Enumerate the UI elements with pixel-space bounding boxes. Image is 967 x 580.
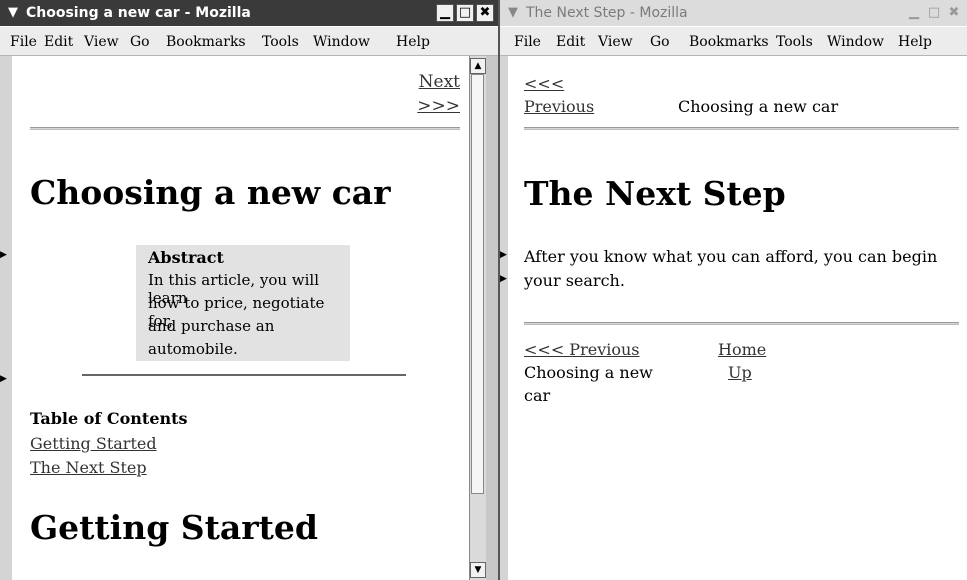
window-edge: [486, 56, 498, 580]
minimize-icon[interactable]: ▁: [905, 4, 923, 22]
menu-window[interactable]: Window: [313, 34, 370, 50]
menu-help[interactable]: Help: [396, 34, 430, 50]
abstract-box: Abstract In this article, you will learn…: [136, 245, 350, 361]
window-choosing-a-new-car: ▼ Choosing a new car - Mozilla ▁ □ ✖ Fil…: [0, 0, 498, 580]
footer-prev-title: car: [524, 386, 551, 405]
scroll-thumb[interactable]: [471, 74, 484, 494]
nav-prev-link[interactable]: Previous: [524, 97, 594, 116]
close-icon[interactable]: ✖: [945, 4, 963, 22]
toc-link-next-step[interactable]: The Next Step: [30, 458, 147, 477]
window-title: The Next Step - Mozilla: [526, 5, 688, 21]
abstract-title: Abstract: [148, 248, 224, 267]
close-icon[interactable]: ✖: [476, 4, 494, 22]
title-bar[interactable]: ▼ The Next Step - Mozilla ▁ □ ✖: [500, 0, 967, 26]
menu-bookmarks[interactable]: Bookmarks: [166, 34, 246, 50]
footer-home-link[interactable]: Home: [718, 340, 766, 359]
scroll-down-icon[interactable]: ▼: [470, 562, 486, 578]
window-menu-icon[interactable]: ▼: [504, 0, 522, 26]
nav-prev-arrows-link[interactable]: <<<: [524, 74, 564, 93]
menu-bookmarks[interactable]: Bookmarks: [689, 34, 769, 50]
maximize-icon[interactable]: □: [456, 4, 474, 22]
resize-handle-icon[interactable]: ▶: [0, 374, 8, 386]
title-bar[interactable]: ▼ Choosing a new car - Mozilla ▁ □ ✖: [0, 0, 498, 26]
resize-handle-icon[interactable]: ▶: [0, 250, 8, 262]
minimize-icon[interactable]: ▁: [436, 4, 454, 22]
toc-title: Table of Contents: [30, 409, 188, 428]
menu-view[interactable]: View: [84, 34, 119, 50]
page-title: Choosing a new car: [30, 173, 391, 212]
menu-bar: File Edit View Go Bookmarks Tools Window…: [0, 27, 498, 56]
body-text: your search.: [524, 271, 625, 290]
menu-edit[interactable]: Edit: [44, 34, 73, 50]
nav-next-arrows-link[interactable]: >>>: [417, 96, 460, 116]
footer-prev-title: Choosing a new: [524, 363, 653, 382]
header-rule: [524, 127, 959, 130]
resize-handle-icon[interactable]: ▶: [500, 250, 508, 262]
maximize-icon[interactable]: □: [925, 4, 943, 22]
page-content: Next >>> Choosing a new car Abstract In …: [0, 56, 470, 580]
menu-view[interactable]: View: [598, 34, 633, 50]
page-title: The Next Step: [524, 174, 786, 213]
menu-tools[interactable]: Tools: [776, 34, 813, 50]
page-content: <<< Previous Choosing a new car The Next…: [500, 56, 967, 580]
window-menu-icon[interactable]: ▼: [4, 0, 22, 26]
menu-edit[interactable]: Edit: [556, 34, 585, 50]
abstract-rule: [82, 374, 406, 376]
vertical-scrollbar[interactable]: ▲ ▼: [469, 56, 486, 580]
menu-file[interactable]: File: [10, 34, 37, 50]
scroll-up-icon[interactable]: ▲: [470, 58, 486, 74]
menu-go[interactable]: Go: [130, 34, 150, 50]
header-rule: [30, 127, 460, 130]
menu-bar: File Edit View Go Bookmarks Tools Window…: [500, 27, 967, 56]
menu-tools[interactable]: Tools: [262, 34, 299, 50]
window-title: Choosing a new car - Mozilla: [26, 5, 251, 21]
menu-file[interactable]: File: [514, 34, 541, 50]
nav-next-link[interactable]: Next: [419, 72, 460, 92]
header-context-title: Choosing a new car: [678, 97, 839, 116]
footer-rule: [524, 322, 959, 325]
menu-help[interactable]: Help: [898, 34, 932, 50]
resize-handle-icon[interactable]: ▶: [500, 274, 508, 286]
menu-window[interactable]: Window: [827, 34, 884, 50]
section-heading: Getting Started: [30, 508, 318, 547]
window-the-next-step: ▼ The Next Step - Mozilla ▁ □ ✖ File Edi…: [500, 0, 967, 580]
footer-prev-link[interactable]: <<< Previous: [524, 340, 640, 359]
abstract-line: automobile.: [148, 340, 238, 358]
footer-up-link[interactable]: Up: [728, 363, 752, 382]
body-text: After you know what you can afford, you …: [524, 247, 938, 266]
toc-link-getting-started[interactable]: Getting Started: [30, 434, 157, 453]
menu-go[interactable]: Go: [650, 34, 670, 50]
abstract-line: and purchase an: [148, 317, 275, 335]
